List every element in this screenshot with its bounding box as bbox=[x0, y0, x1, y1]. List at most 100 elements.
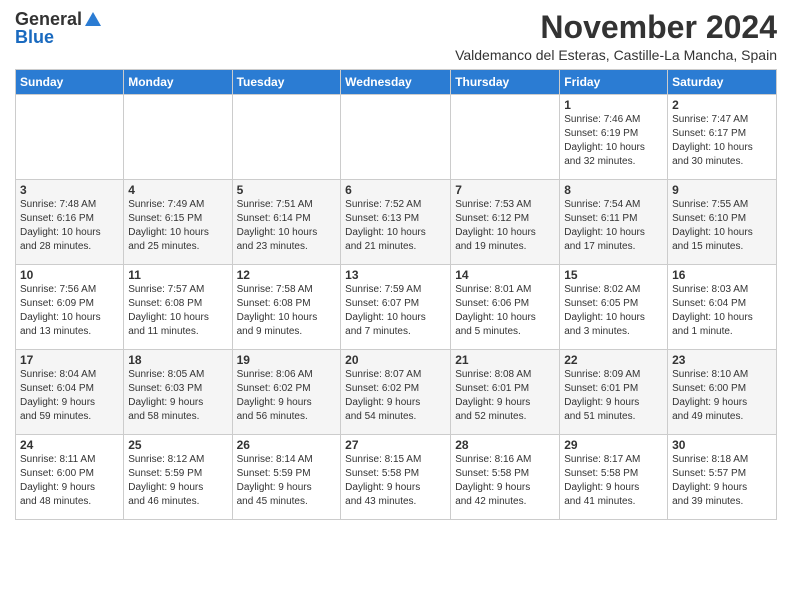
calendar-cell: 15Sunrise: 8:02 AMSunset: 6:05 PMDayligh… bbox=[560, 265, 668, 350]
calendar-cell: 20Sunrise: 8:07 AMSunset: 6:02 PMDayligh… bbox=[341, 350, 451, 435]
col-saturday: Saturday bbox=[668, 70, 777, 95]
day-info: Sunrise: 7:55 AMSunset: 6:10 PMDaylight:… bbox=[672, 198, 772, 254]
col-friday: Friday bbox=[560, 70, 668, 95]
day-info: Sunrise: 8:06 AMSunset: 6:02 PMDaylight:… bbox=[237, 368, 337, 424]
day-number: 21 bbox=[455, 353, 555, 367]
page: General Blue November 2024 Valdemanco de… bbox=[0, 0, 792, 530]
day-info: Sunrise: 7:52 AMSunset: 6:13 PMDaylight:… bbox=[345, 198, 446, 254]
day-number: 13 bbox=[345, 268, 446, 282]
day-info: Sunrise: 8:14 AMSunset: 5:59 PMDaylight:… bbox=[237, 453, 337, 509]
col-sunday: Sunday bbox=[16, 70, 124, 95]
day-number: 12 bbox=[237, 268, 337, 282]
header: General Blue November 2024 Valdemanco de… bbox=[15, 10, 777, 63]
day-number: 30 bbox=[672, 438, 772, 452]
calendar-cell: 13Sunrise: 7:59 AMSunset: 6:07 PMDayligh… bbox=[341, 265, 451, 350]
day-info: Sunrise: 8:08 AMSunset: 6:01 PMDaylight:… bbox=[455, 368, 555, 424]
day-info: Sunrise: 7:53 AMSunset: 6:12 PMDaylight:… bbox=[455, 198, 555, 254]
logo: General Blue bbox=[15, 10, 102, 46]
calendar-cell: 2Sunrise: 7:47 AMSunset: 6:17 PMDaylight… bbox=[668, 95, 777, 180]
day-number: 3 bbox=[20, 183, 119, 197]
calendar-cell: 22Sunrise: 8:09 AMSunset: 6:01 PMDayligh… bbox=[560, 350, 668, 435]
header-row: Sunday Monday Tuesday Wednesday Thursday… bbox=[16, 70, 777, 95]
day-number: 10 bbox=[20, 268, 119, 282]
day-info: Sunrise: 7:56 AMSunset: 6:09 PMDaylight:… bbox=[20, 283, 119, 339]
day-info: Sunrise: 7:51 AMSunset: 6:14 PMDaylight:… bbox=[237, 198, 337, 254]
day-info: Sunrise: 7:47 AMSunset: 6:17 PMDaylight:… bbox=[672, 113, 772, 169]
day-number: 6 bbox=[345, 183, 446, 197]
day-info: Sunrise: 8:05 AMSunset: 6:03 PMDaylight:… bbox=[128, 368, 227, 424]
calendar-cell: 23Sunrise: 8:10 AMSunset: 6:00 PMDayligh… bbox=[668, 350, 777, 435]
logo-blue-text: Blue bbox=[15, 28, 54, 46]
calendar-cell bbox=[232, 95, 341, 180]
day-info: Sunrise: 8:18 AMSunset: 5:57 PMDaylight:… bbox=[672, 453, 772, 509]
calendar-week-5: 24Sunrise: 8:11 AMSunset: 6:00 PMDayligh… bbox=[16, 435, 777, 520]
calendar-cell: 6Sunrise: 7:52 AMSunset: 6:13 PMDaylight… bbox=[341, 180, 451, 265]
day-info: Sunrise: 7:58 AMSunset: 6:08 PMDaylight:… bbox=[237, 283, 337, 339]
title-block: November 2024 Valdemanco del Esteras, Ca… bbox=[455, 10, 777, 63]
logo-general-text: General bbox=[15, 10, 82, 28]
logo-triangle-icon bbox=[84, 10, 102, 28]
calendar-cell: 1Sunrise: 7:46 AMSunset: 6:19 PMDaylight… bbox=[560, 95, 668, 180]
calendar-cell: 29Sunrise: 8:17 AMSunset: 5:58 PMDayligh… bbox=[560, 435, 668, 520]
day-number: 16 bbox=[672, 268, 772, 282]
day-number: 24 bbox=[20, 438, 119, 452]
day-info: Sunrise: 8:12 AMSunset: 5:59 PMDaylight:… bbox=[128, 453, 227, 509]
month-title: November 2024 bbox=[455, 10, 777, 45]
col-tuesday: Tuesday bbox=[232, 70, 341, 95]
day-number: 22 bbox=[564, 353, 663, 367]
calendar-cell: 19Sunrise: 8:06 AMSunset: 6:02 PMDayligh… bbox=[232, 350, 341, 435]
day-number: 1 bbox=[564, 98, 663, 112]
calendar-week-3: 10Sunrise: 7:56 AMSunset: 6:09 PMDayligh… bbox=[16, 265, 777, 350]
day-info: Sunrise: 8:02 AMSunset: 6:05 PMDaylight:… bbox=[564, 283, 663, 339]
calendar-cell: 30Sunrise: 8:18 AMSunset: 5:57 PMDayligh… bbox=[668, 435, 777, 520]
calendar-cell: 18Sunrise: 8:05 AMSunset: 6:03 PMDayligh… bbox=[124, 350, 232, 435]
day-number: 2 bbox=[672, 98, 772, 112]
calendar-cell: 7Sunrise: 7:53 AMSunset: 6:12 PMDaylight… bbox=[451, 180, 560, 265]
calendar-cell: 10Sunrise: 7:56 AMSunset: 6:09 PMDayligh… bbox=[16, 265, 124, 350]
day-number: 4 bbox=[128, 183, 227, 197]
day-info: Sunrise: 7:49 AMSunset: 6:15 PMDaylight:… bbox=[128, 198, 227, 254]
calendar-cell: 12Sunrise: 7:58 AMSunset: 6:08 PMDayligh… bbox=[232, 265, 341, 350]
day-info: Sunrise: 8:11 AMSunset: 6:00 PMDaylight:… bbox=[20, 453, 119, 509]
day-number: 5 bbox=[237, 183, 337, 197]
calendar-cell: 27Sunrise: 8:15 AMSunset: 5:58 PMDayligh… bbox=[341, 435, 451, 520]
calendar-week-1: 1Sunrise: 7:46 AMSunset: 6:19 PMDaylight… bbox=[16, 95, 777, 180]
calendar-cell bbox=[124, 95, 232, 180]
calendar-cell: 25Sunrise: 8:12 AMSunset: 5:59 PMDayligh… bbox=[124, 435, 232, 520]
day-number: 11 bbox=[128, 268, 227, 282]
col-monday: Monday bbox=[124, 70, 232, 95]
day-info: Sunrise: 8:16 AMSunset: 5:58 PMDaylight:… bbox=[455, 453, 555, 509]
calendar-cell: 16Sunrise: 8:03 AMSunset: 6:04 PMDayligh… bbox=[668, 265, 777, 350]
day-number: 23 bbox=[672, 353, 772, 367]
day-info: Sunrise: 7:59 AMSunset: 6:07 PMDaylight:… bbox=[345, 283, 446, 339]
day-number: 20 bbox=[345, 353, 446, 367]
day-number: 9 bbox=[672, 183, 772, 197]
calendar-week-4: 17Sunrise: 8:04 AMSunset: 6:04 PMDayligh… bbox=[16, 350, 777, 435]
day-info: Sunrise: 7:48 AMSunset: 6:16 PMDaylight:… bbox=[20, 198, 119, 254]
day-info: Sunrise: 8:10 AMSunset: 6:00 PMDaylight:… bbox=[672, 368, 772, 424]
calendar-cell: 24Sunrise: 8:11 AMSunset: 6:00 PMDayligh… bbox=[16, 435, 124, 520]
calendar-cell: 11Sunrise: 7:57 AMSunset: 6:08 PMDayligh… bbox=[124, 265, 232, 350]
day-number: 18 bbox=[128, 353, 227, 367]
day-number: 15 bbox=[564, 268, 663, 282]
day-info: Sunrise: 8:09 AMSunset: 6:01 PMDaylight:… bbox=[564, 368, 663, 424]
calendar-cell: 8Sunrise: 7:54 AMSunset: 6:11 PMDaylight… bbox=[560, 180, 668, 265]
calendar-cell: 26Sunrise: 8:14 AMSunset: 5:59 PMDayligh… bbox=[232, 435, 341, 520]
day-number: 19 bbox=[237, 353, 337, 367]
calendar-cell bbox=[341, 95, 451, 180]
day-number: 8 bbox=[564, 183, 663, 197]
day-info: Sunrise: 8:15 AMSunset: 5:58 PMDaylight:… bbox=[345, 453, 446, 509]
calendar-cell: 14Sunrise: 8:01 AMSunset: 6:06 PMDayligh… bbox=[451, 265, 560, 350]
day-info: Sunrise: 8:17 AMSunset: 5:58 PMDaylight:… bbox=[564, 453, 663, 509]
calendar-cell bbox=[451, 95, 560, 180]
day-number: 26 bbox=[237, 438, 337, 452]
day-number: 14 bbox=[455, 268, 555, 282]
day-info: Sunrise: 8:01 AMSunset: 6:06 PMDaylight:… bbox=[455, 283, 555, 339]
day-info: Sunrise: 8:07 AMSunset: 6:02 PMDaylight:… bbox=[345, 368, 446, 424]
calendar-cell: 5Sunrise: 7:51 AMSunset: 6:14 PMDaylight… bbox=[232, 180, 341, 265]
col-wednesday: Wednesday bbox=[341, 70, 451, 95]
calendar-cell: 21Sunrise: 8:08 AMSunset: 6:01 PMDayligh… bbox=[451, 350, 560, 435]
day-info: Sunrise: 8:04 AMSunset: 6:04 PMDaylight:… bbox=[20, 368, 119, 424]
day-number: 27 bbox=[345, 438, 446, 452]
day-info: Sunrise: 7:54 AMSunset: 6:11 PMDaylight:… bbox=[564, 198, 663, 254]
